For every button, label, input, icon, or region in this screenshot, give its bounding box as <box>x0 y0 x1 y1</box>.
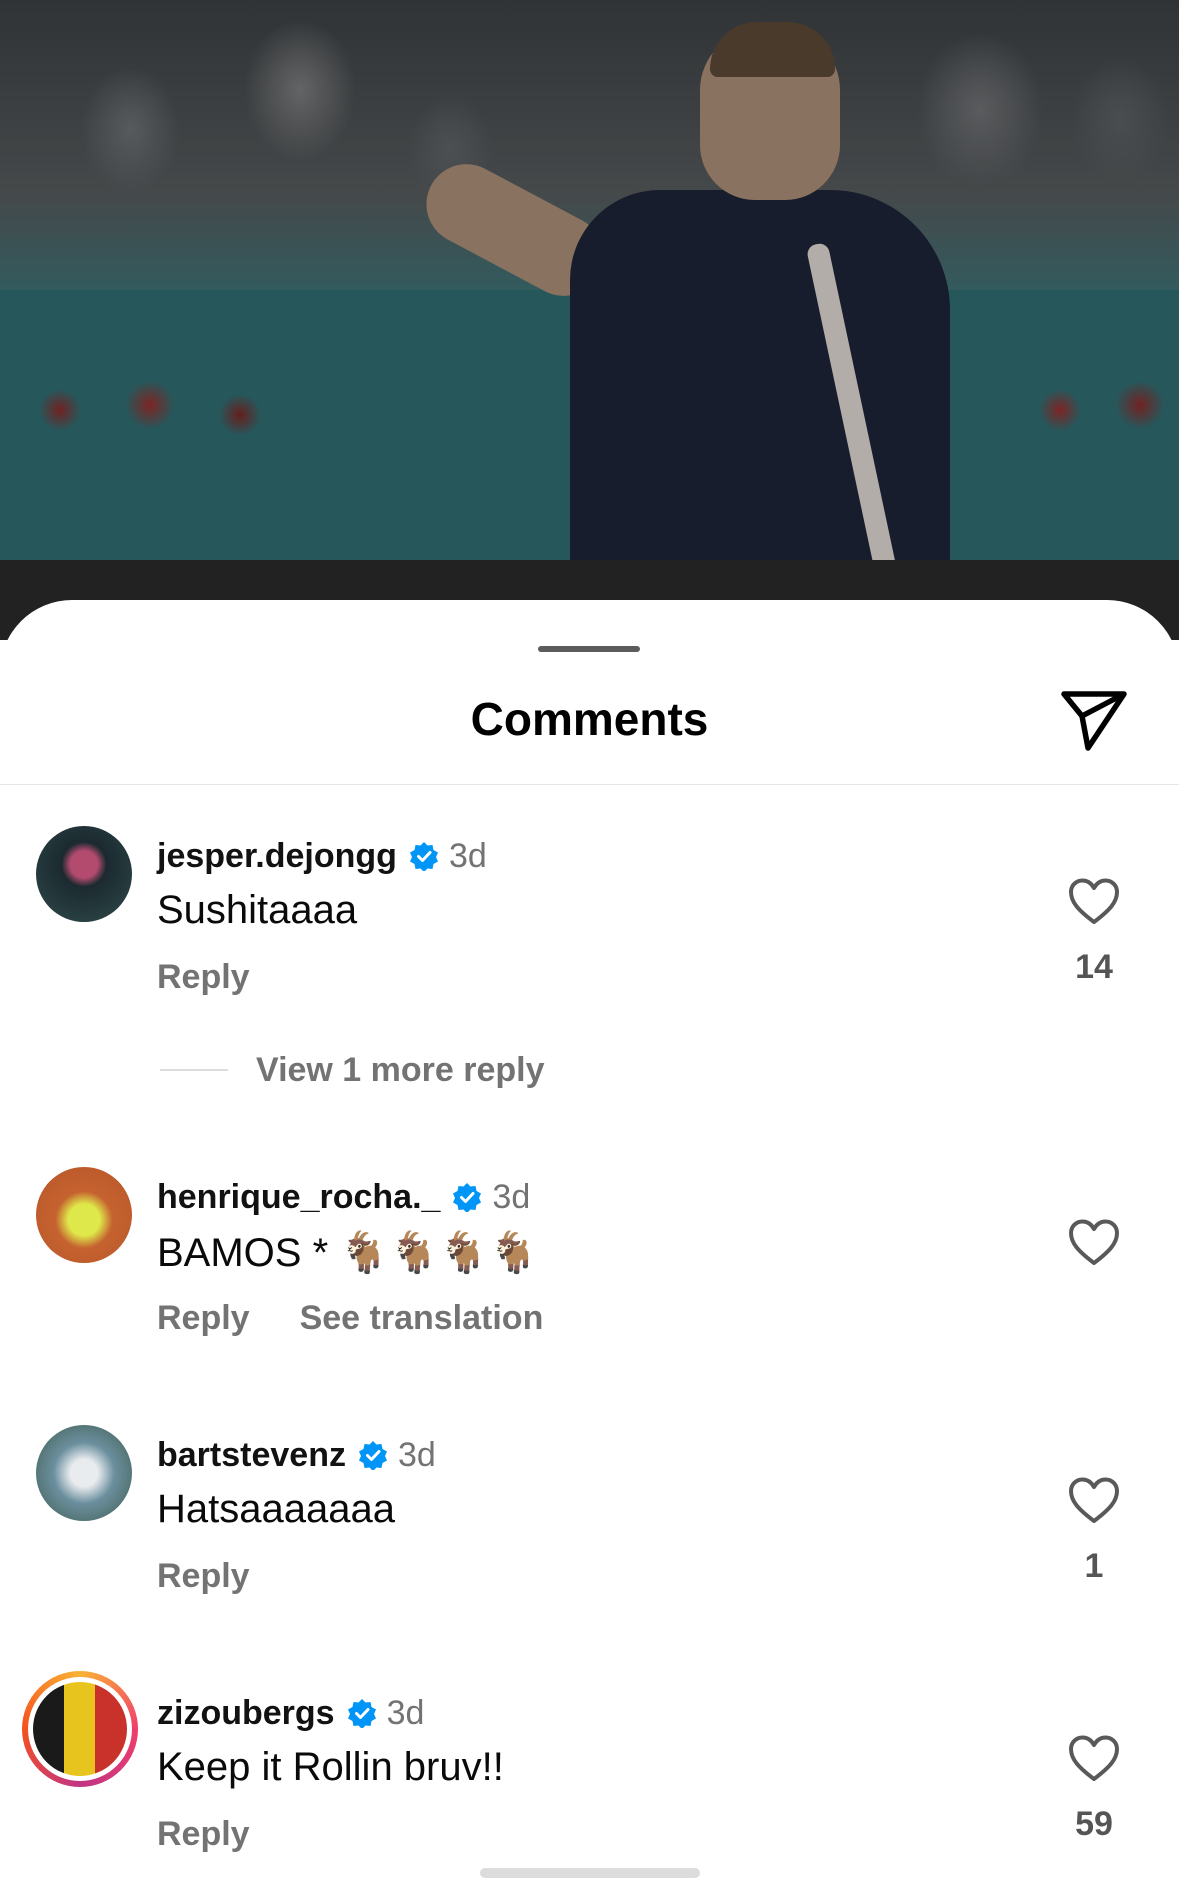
comment-meta: henrique_rocha._ 3d <box>157 1175 530 1219</box>
comment-meta: bartstevenz 3d <box>157 1433 436 1477</box>
verified-badge-icon <box>453 1183 482 1212</box>
comment-time: 3d <box>448 836 487 875</box>
avatar <box>33 1682 127 1776</box>
verified-badge-icon <box>347 1699 376 1728</box>
comment-actions: Reply <box>157 958 300 997</box>
like-count: 59 <box>1075 1805 1113 1843</box>
avatar[interactable] <box>36 1425 132 1521</box>
view-replies-label: View 1 more reply <box>256 1050 545 1089</box>
like-count: 14 <box>1075 948 1113 986</box>
photo-dim-overlay <box>0 0 1179 640</box>
verified-badge-icon <box>409 842 438 871</box>
heart-outline-icon[interactable] <box>1068 1735 1120 1783</box>
comment-meta: zizoubergs 3d <box>157 1691 424 1735</box>
comment-text: Sushitaaaa <box>157 888 358 932</box>
reply-button[interactable]: Reply <box>157 1815 250 1854</box>
username[interactable]: henrique_rocha._ <box>157 1178 440 1217</box>
comment-actions: Reply <box>157 1557 300 1596</box>
reply-button[interactable]: Reply <box>157 958 250 997</box>
comment-time: 3d <box>492 1177 531 1216</box>
username[interactable]: zizoubergs <box>157 1694 335 1733</box>
home-indicator[interactable] <box>480 1868 700 1878</box>
comment-time: 3d <box>386 1693 425 1732</box>
username[interactable]: bartstevenz <box>157 1436 346 1475</box>
avatar-with-story-ring[interactable] <box>22 1671 138 1787</box>
comment-time: 3d <box>397 1435 436 1474</box>
heart-outline-icon[interactable] <box>1068 1219 1120 1267</box>
header-divider <box>0 784 1179 785</box>
reply-thread-line <box>160 1069 228 1071</box>
comment-text: Hatsaaaaaaa <box>157 1487 395 1531</box>
paper-plane-icon[interactable] <box>1058 684 1130 756</box>
verified-badge-icon <box>358 1441 387 1470</box>
comment-text: Keep it Rollin bruv!! <box>157 1745 504 1789</box>
drag-handle[interactable] <box>538 646 640 652</box>
reply-button[interactable]: Reply <box>157 1299 250 1338</box>
heart-outline-icon[interactable] <box>1068 1477 1120 1525</box>
comment-actions: Reply See translation <box>157 1299 593 1338</box>
avatar[interactable] <box>36 1167 132 1263</box>
view-replies-button[interactable]: View 1 more reply <box>160 1050 545 1090</box>
post-photo <box>0 0 1179 640</box>
like-count: 1 <box>1084 1547 1104 1585</box>
sheet-title: Comments <box>470 693 709 745</box>
reply-button[interactable]: Reply <box>157 1557 250 1596</box>
avatar[interactable] <box>36 826 132 922</box>
comment-meta: jesper.dejongg 3d <box>157 834 487 878</box>
see-translation-button[interactable]: See translation <box>300 1299 544 1338</box>
comment-actions: Reply <box>157 1815 300 1854</box>
comment-text: BAMOS * 🐐🐐🐐🐐 <box>157 1231 539 1275</box>
username[interactable]: jesper.dejongg <box>157 837 397 876</box>
heart-outline-icon[interactable] <box>1068 878 1120 926</box>
